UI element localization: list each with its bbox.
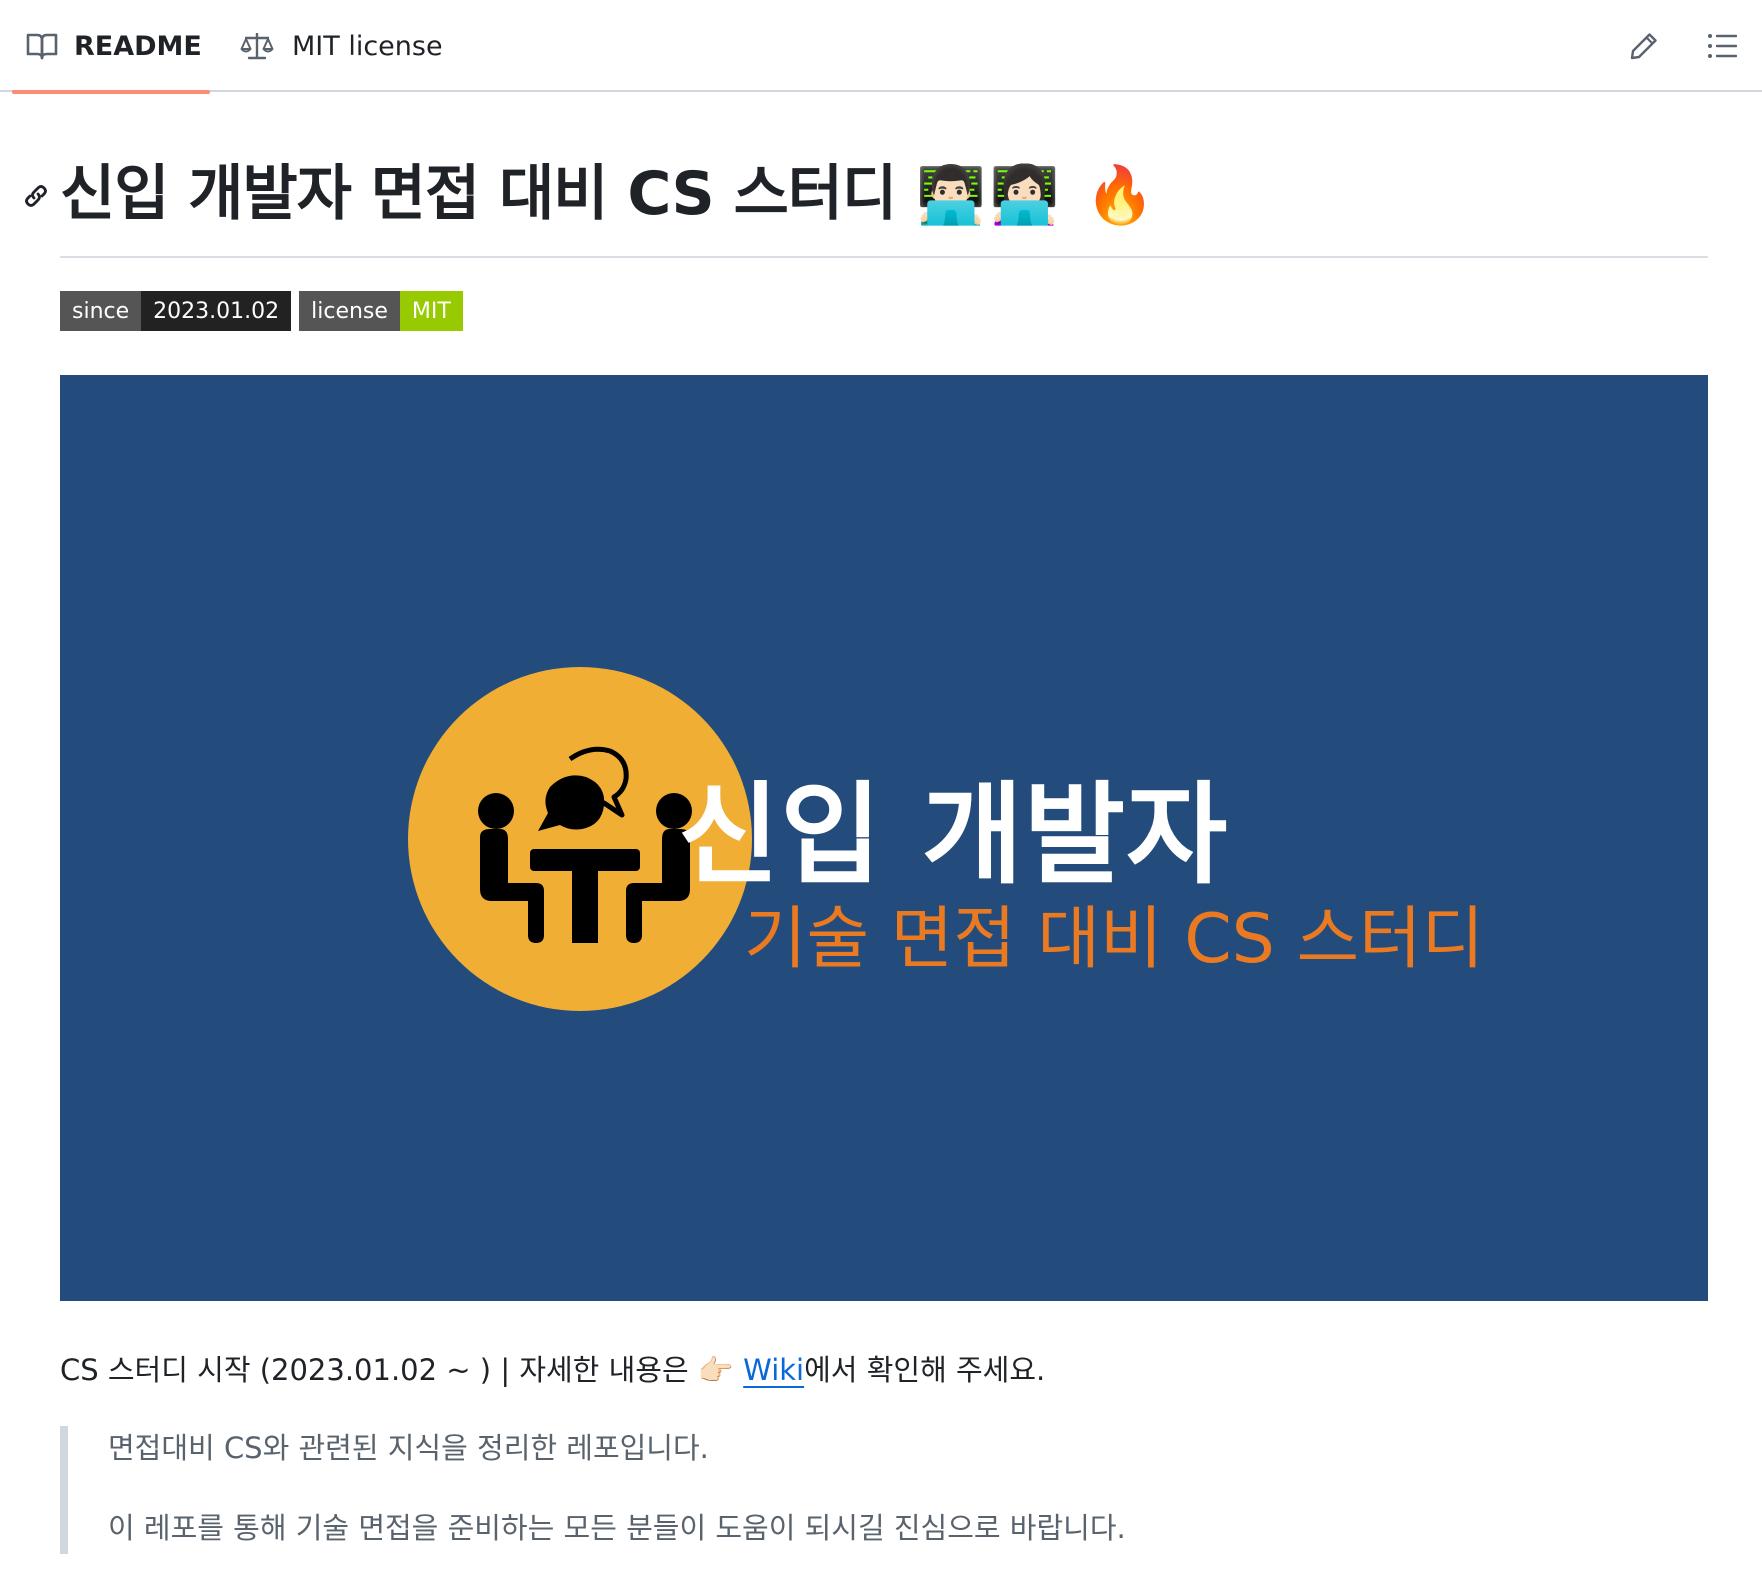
since-badge-label: since [60,291,142,331]
since-badge-value: 2023.01.02 [141,291,292,331]
intro-paragraph: CS 스터디 시작 (2023.01.02 ~ ) | 자세한 내용은 👉🏻 W… [60,1348,1045,1392]
edit-readme-button[interactable] [1621,23,1667,69]
license-badge-value: MIT [399,291,463,331]
title-emoji: 👨🏻‍💻👩🏻‍💻 🔥 [916,163,1160,228]
page-title: 신입 개발자 면접 대비 CS 스터디 👨🏻‍💻👩🏻‍💻 🔥 [60,154,1159,236]
license-badge[interactable]: license MIT [299,291,463,331]
intro-blockquote: 면접대비 CS와 관련된 지식을 정리한 레포입니다. 이 레포를 통해 기술 … [60,1426,1708,1554]
repo-tab-bar: README MIT license [0,0,1762,94]
law-scale-icon [240,33,274,60]
quote-line-2: 이 레포를 통해 기술 면접을 준비하는 모든 분들이 도움이 되시길 진심으로… [108,1511,1126,1545]
meeting-discussion-icon [478,746,692,943]
tab-readme-label: README [74,30,202,62]
book-icon [26,33,58,60]
page-title-text: 신입 개발자 면접 대비 CS 스터디 [60,159,897,229]
badge-row: since 2023.01.02 license MIT [60,291,463,331]
quote-line-1: 면접대비 CS와 관련된 지식을 정리한 레포입니다. [108,1431,709,1465]
tab-license-label: MIT license [292,30,443,62]
banner-image: 신입 개발자 기술 면접 대비 CS 스터디 [60,375,1708,1301]
intro-prefix: CS 스터디 시작 (2023.01.02 ~ ) | 자세한 내용은 [60,1353,698,1387]
tab-readme[interactable]: README [12,0,210,94]
intro-suffix: 에서 확인해 주세요. [804,1353,1046,1387]
license-badge-label: license [299,291,400,331]
link-icon[interactable] [20,180,52,212]
wiki-link[interactable]: Wiki [743,1353,804,1387]
pointing-hand-icon: 👉🏻 [697,1353,734,1387]
pencil-icon [1630,33,1657,60]
banner-subtitle: 기술 면접 대비 CS 스터디 [744,900,1485,979]
tab-license[interactable]: MIT license [240,0,443,92]
title-divider [60,256,1708,258]
list-unordered-icon [1708,34,1737,58]
banner-title: 신입 개발자 [678,771,1229,899]
since-badge[interactable]: since 2023.01.02 [60,291,292,331]
outline-button[interactable] [1699,23,1745,69]
